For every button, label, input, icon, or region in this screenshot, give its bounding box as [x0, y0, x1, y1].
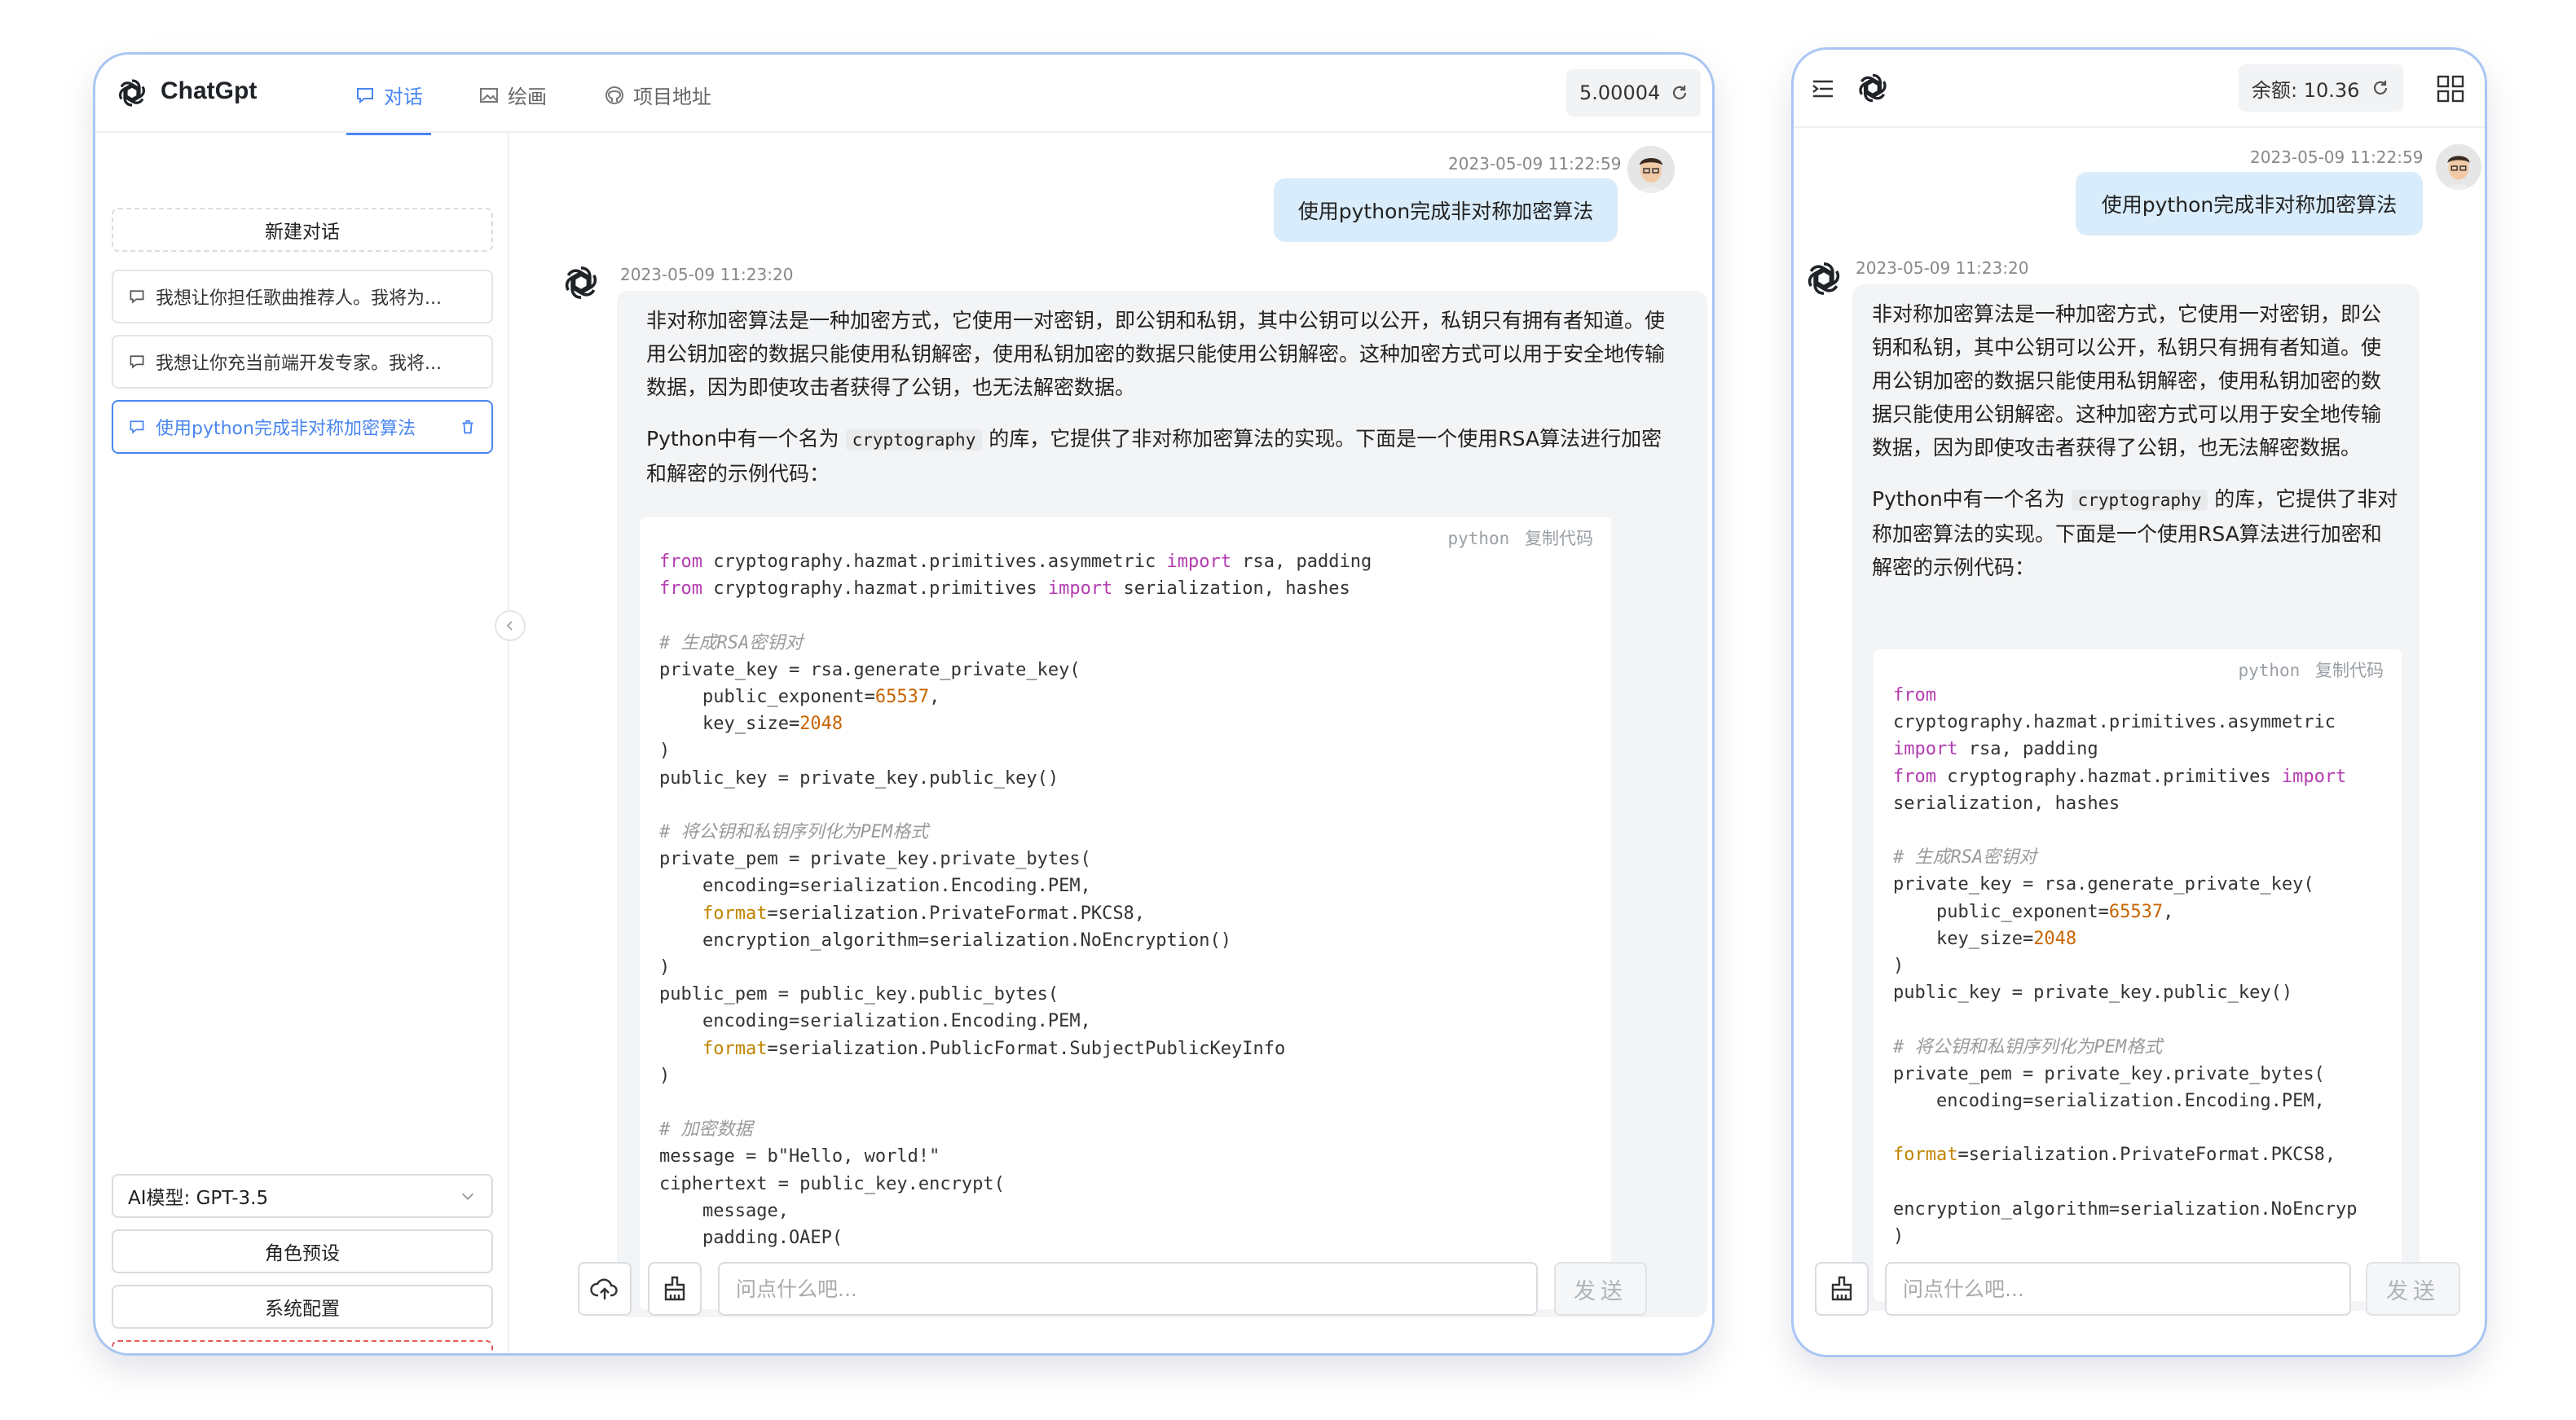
new-chat-button[interactable]: 新建对话 [112, 208, 493, 252]
balance-value: 10.36 [2303, 78, 2360, 102]
conversation-item-active[interactable]: 使用python完成非对称加密算法 [112, 400, 493, 454]
clear-all-button[interactable]: 清除所有对话 [112, 1340, 493, 1353]
tab-chat[interactable]: 对话 [346, 81, 431, 135]
image-icon [480, 87, 498, 103]
code-content: from cryptography.hazmat.primitives.asym… [1893, 685, 2358, 1247]
upload-button[interactable] [578, 1262, 632, 1316]
tab-label: 对话 [384, 86, 423, 108]
grid-menu-icon[interactable] [2434, 73, 2467, 105]
chat-bubble-icon [130, 290, 144, 304]
sidebar: 新建对话 我想让你担任歌曲推荐人。我将为... 我想让你充当前端开发专家。我将.… [95, 133, 509, 1353]
user-message-time: 2023-05-09 11:22:59 [2250, 147, 2424, 167]
code-header: python 复制代码 [2238, 657, 2384, 682]
brand-name: ChatGpt [161, 77, 258, 104]
chat-bubble-icon [130, 355, 144, 369]
inline-code: cryptography [2071, 490, 2208, 511]
tab-label: 绘画 [508, 86, 547, 108]
copy-code-button[interactable]: 复制代码 [1525, 529, 1593, 548]
user-avatar [2436, 144, 2481, 190]
clear-input-button[interactable] [1815, 1262, 1869, 1316]
user-message-bubble: 使用python完成非对称加密算法 [2076, 172, 2423, 235]
tab-label: 项目地址 [633, 86, 711, 108]
menu-toggle-icon[interactable] [1808, 74, 1838, 103]
balance-value: 5.00004 [1579, 81, 1661, 104]
copy-code-button[interactable]: 复制代码 [2315, 661, 2384, 680]
text-segment: Python中有一个名为 [646, 427, 839, 451]
conversation-item[interactable]: 我想让你充当前端开发专家。我将... [112, 335, 493, 389]
github-icon [605, 86, 623, 104]
mobile-header: 余额: 10.36 [1794, 50, 2485, 128]
code-block: python 复制代码 from cryptography.hazmat.pri… [640, 517, 1611, 1309]
chat-bubble-icon [357, 87, 373, 103]
desktop-window: ChatGpt 对话 绘画 项目地址 5.00004 新建对话 我想让你担任歌曲… [93, 52, 1715, 1356]
chevron-down-icon [461, 1193, 474, 1200]
mobile-window: 余额: 10.36 2023-05-09 11:22:59 使用python完成… [1791, 47, 2487, 1357]
code-language: python [2238, 661, 2301, 680]
bot-paragraph: 非对称加密算法是一种加密方式，它使用一对密钥，即公钥和私钥，其中公钥可以公开，私… [646, 309, 1666, 399]
message-input[interactable] [1885, 1262, 2351, 1316]
text-segment: Python中有一个名为 [1872, 487, 2065, 511]
header: ChatGpt 对话 绘画 项目地址 5.00004 [95, 55, 1712, 135]
code-block: python 复制代码 from cryptography.hazmat.pri… [1874, 649, 2402, 1301]
send-button[interactable]: 发送 [1554, 1262, 1647, 1316]
openai-logo-icon[interactable] [1851, 66, 1895, 110]
bot-paragraph: Python中有一个名为 cryptography 的库，它提供了非对称加密算法… [1872, 482, 2400, 584]
bot-paragraph: Python中有一个名为 cryptography 的库，它提供了非对称加密算法… [646, 422, 1678, 490]
send-button[interactable]: 发送 [2366, 1262, 2460, 1316]
openai-logo-icon[interactable] [112, 73, 152, 113]
inline-code: cryptography [845, 429, 983, 451]
model-select-value: AI模型: GPT-3.5 [128, 1188, 269, 1209]
code-header: python 复制代码 [1447, 525, 1593, 550]
code-content: from cryptography.hazmat.primitives.asym… [659, 552, 1372, 1249]
collapse-sidebar-button[interactable] [495, 610, 526, 641]
chat-bubble-icon [130, 420, 144, 434]
bot-avatar-openai-icon [1799, 253, 1849, 304]
code-language: python [1447, 529, 1510, 548]
conversation-item[interactable]: 我想让你担任歌曲推荐人。我将为... [112, 270, 493, 323]
refresh-icon[interactable] [2371, 78, 2390, 98]
user-message-bubble: 使用python完成非对称加密算法 [1274, 178, 1618, 242]
balance-label: 余额: [2252, 78, 2298, 102]
bot-message-time: 2023-05-09 11:23:20 [620, 265, 794, 284]
broom-icon [664, 1276, 685, 1301]
message-input[interactable] [718, 1262, 1538, 1316]
clear-input-button[interactable] [648, 1262, 702, 1316]
conversation-title: 我想让你充当前端开发专家。我将... [156, 354, 442, 374]
broom-icon [1831, 1276, 1852, 1301]
system-config-button[interactable]: 系统配置 [112, 1285, 493, 1329]
bot-message-time: 2023-05-09 11:23:20 [1856, 258, 2029, 278]
bot-avatar-openai-icon [557, 258, 605, 307]
bot-paragraph: 非对称加密算法是一种加密方式，它使用一对密钥，即公钥和私钥，其中公钥可以公开，私… [1872, 302, 2382, 459]
cloud-upload-icon [590, 1278, 618, 1299]
model-select[interactable]: AI模型: GPT-3.5 [112, 1174, 493, 1218]
balance-display: 5.00004 [1566, 69, 1701, 117]
user-message-time: 2023-05-09 11:22:59 [1448, 154, 1622, 174]
tab-draw[interactable]: 绘画 [478, 81, 547, 109]
chevron-left-icon [506, 621, 513, 631]
conversation-title: 我想让你担任歌曲推荐人。我将为... [156, 288, 442, 309]
trash-icon[interactable] [459, 418, 477, 436]
balance-display: 余额: 10.36 [2239, 64, 2403, 112]
user-avatar [1627, 146, 1675, 193]
tab-project[interactable]: 项目地址 [604, 81, 711, 109]
role-preset-button[interactable]: 角色预设 [112, 1229, 493, 1273]
conversation-title: 使用python完成非对称加密算法 [156, 419, 416, 439]
refresh-icon[interactable] [1670, 83, 1689, 103]
